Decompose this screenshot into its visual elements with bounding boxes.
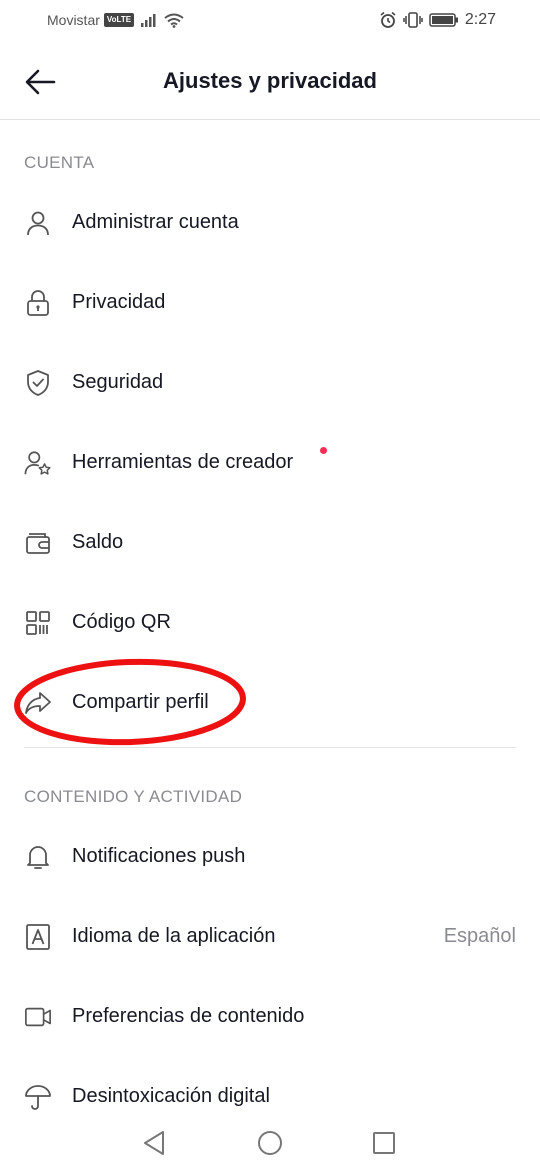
home-circle-icon (258, 1131, 282, 1155)
video-camera-icon (24, 1003, 52, 1031)
menu-item-label: Saldo (72, 531, 124, 553)
bell-icon (24, 843, 52, 871)
notification-dot (320, 447, 327, 454)
menu-item-push-notifications[interactable]: Notificaciones push (0, 817, 540, 897)
vibrate-icon (403, 11, 423, 29)
menu-item-label: Desintoxicación digital (72, 1085, 270, 1107)
menu-item-manage-account[interactable]: Administrar cuenta (0, 183, 540, 263)
menu-item-label: Herramientas de creador (72, 451, 294, 473)
menu-item-app-language[interactable]: Idioma de la aplicación Español (0, 897, 540, 977)
menu-item-share-profile[interactable]: Compartir perfil (0, 663, 540, 743)
qr-code-icon (24, 609, 52, 637)
menu-item-label: Administrar cuenta (72, 211, 239, 233)
menu-item-qr-code[interactable]: Código QR (0, 583, 540, 663)
menu-item-privacy[interactable]: Privacidad (0, 263, 540, 343)
nav-recents-button[interactable] (369, 1128, 399, 1158)
nav-back-button[interactable] (139, 1128, 169, 1158)
umbrella-icon (24, 1083, 52, 1111)
menu-item-security[interactable]: Seguridad (0, 343, 540, 423)
share-arrow-icon (24, 689, 52, 717)
menu-item-label: Código QR (72, 611, 171, 633)
selected-language-value: Español (443, 925, 516, 947)
section-title-content: CONTENIDO Y ACTIVIDAD (24, 787, 243, 806)
menu-item-label: Notificaciones push (72, 845, 246, 867)
system-navigation-bar (0, 1116, 540, 1170)
battery-icon (429, 12, 459, 28)
menu-item-label: Seguridad (72, 371, 164, 393)
nav-home-button[interactable] (255, 1128, 285, 1158)
menu-item-balance[interactable]: Saldo (0, 503, 540, 583)
page-title: Ajustes y privacidad (163, 68, 377, 93)
section-title-account: CUENTA (24, 153, 95, 172)
language-icon (24, 923, 52, 951)
volte-badge: VoLTE (103, 13, 135, 27)
lock-icon (24, 289, 52, 317)
back-triangle-icon (144, 1131, 164, 1155)
creator-star-icon (24, 449, 52, 477)
menu-item-content-preferences[interactable]: Preferencias de contenido (0, 977, 540, 1057)
menu-item-label: Preferencias de contenido (72, 1005, 305, 1027)
person-icon (24, 209, 52, 237)
recents-square-icon (373, 1132, 395, 1154)
carrier-name: Movistar (47, 12, 100, 28)
wifi-icon (164, 13, 184, 28)
section-divider (24, 747, 516, 748)
menu-item-label: Idioma de la aplicación (72, 925, 276, 947)
status-right: 2:27 (379, 11, 496, 29)
menu-item-creator-tools[interactable]: Herramientas de creador (0, 423, 540, 503)
signal-icon (140, 13, 158, 27)
status-left: Movistar VoLTE (47, 12, 184, 28)
menu-item-label: Compartir perfil (72, 691, 209, 713)
shield-icon (24, 369, 52, 397)
menu-item-label: Privacidad (72, 291, 166, 313)
clock-time: 2:27 (464, 11, 496, 28)
status-bar: Movistar VoLTE 2:27 (0, 0, 540, 42)
alarm-icon (379, 11, 397, 29)
wallet-icon (24, 529, 52, 557)
top-app-bar: Ajustes y privacidad (0, 42, 540, 120)
